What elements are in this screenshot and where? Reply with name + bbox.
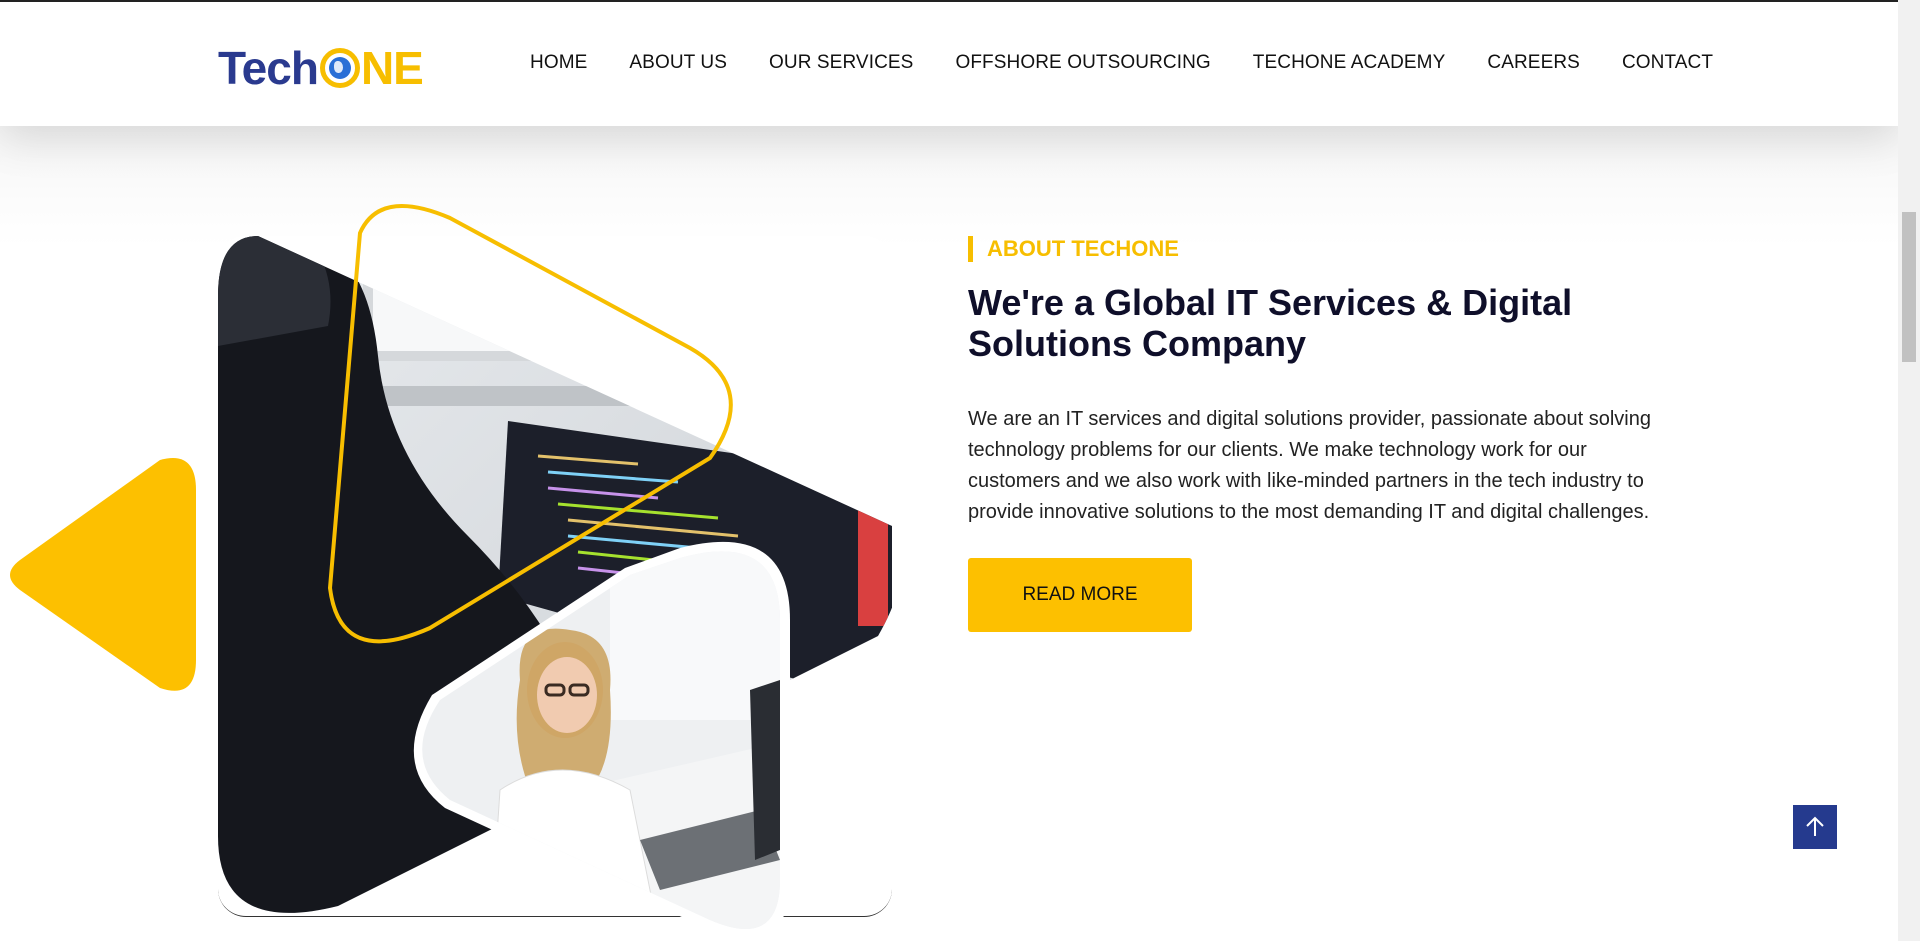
about-photo-woman-laptop xyxy=(413,541,790,939)
read-more-button[interactable]: READ MORE xyxy=(968,558,1192,632)
site-header: Tech NE HOME ABOUT US OUR SERVICES OFFSHO… xyxy=(0,2,1898,126)
section-heading: We're a Global IT Services & Digital Sol… xyxy=(968,282,1573,364)
nav-item-home[interactable]: HOME xyxy=(530,52,587,74)
nav-item-contact[interactable]: CONTACT xyxy=(1622,52,1713,74)
scrollbar-thumb[interactable] xyxy=(1902,212,1916,362)
logo-text-tech: Tech xyxy=(218,42,319,94)
techone-logo[interactable]: Tech NE xyxy=(218,40,424,96)
page-scrollbar[interactable] xyxy=(1898,0,1920,941)
nav-item-about-us[interactable]: ABOUT US xyxy=(629,52,727,74)
arrow-up-icon xyxy=(1806,816,1824,836)
section-eyebrow: ABOUT TECHONE xyxy=(968,236,1179,262)
logo-text-ne: NE xyxy=(360,42,424,94)
globe-icon xyxy=(319,48,360,88)
section-paragraph: We are an IT services and digital soluti… xyxy=(968,408,1651,523)
section-background xyxy=(0,126,1898,246)
decorative-yellow-triangle xyxy=(10,458,196,691)
nav-item-techone-academy[interactable]: TECHONE ACADEMY xyxy=(1253,52,1446,74)
back-to-top-button[interactable] xyxy=(1793,805,1837,849)
nav-item-offshore-outsourcing[interactable]: OFFSHORE OUTSOURCING xyxy=(955,52,1210,74)
window-top-border xyxy=(0,0,1898,2)
nav-item-careers[interactable]: CAREERS xyxy=(1487,52,1580,74)
main-nav: HOME ABOUT US OUR SERVICES OFFSHORE OUTS… xyxy=(530,52,1755,74)
nav-item-our-services[interactable]: OUR SERVICES xyxy=(769,52,913,74)
